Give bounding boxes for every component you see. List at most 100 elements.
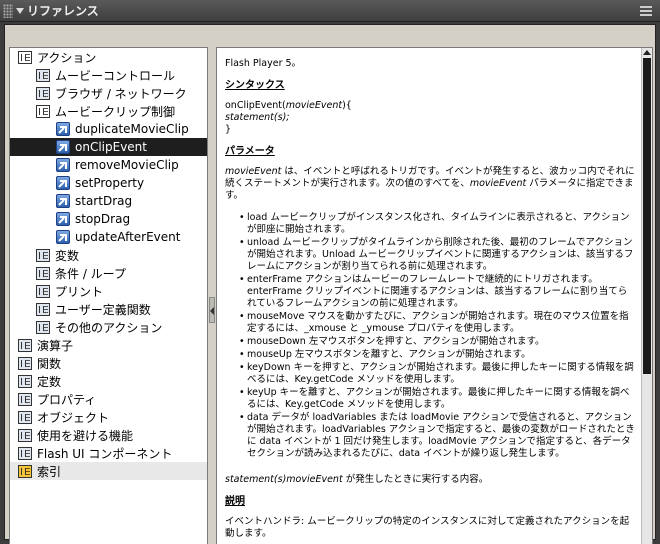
tree-item-label: Flash UI コンポーネント xyxy=(37,446,173,461)
reference-tree: アクションムービーコントロール ブラウザ / ネットワーク ムービークリップ制御 du… xyxy=(9,47,208,544)
book-closed-icon xyxy=(36,284,50,298)
version-text: Flash Player 5。 xyxy=(225,58,302,69)
pane-splitter[interactable] xyxy=(208,47,216,544)
tree-item[interactable]: 索引 xyxy=(10,462,207,480)
syntax-fn: onClipEvent( xyxy=(225,100,286,111)
tree-item[interactable]: onClipEvent xyxy=(10,138,207,156)
tree-item-label: ムービーコントロール xyxy=(55,68,176,83)
params-heading: パラメータ xyxy=(225,146,275,157)
syntax-code: onClipEvent(movieEvent){ statement(s); } xyxy=(225,100,635,136)
tree-item[interactable]: updateAfterEvent xyxy=(10,228,207,246)
tree-item-label: 定数 xyxy=(37,374,62,389)
book-open-icon xyxy=(18,50,32,64)
tree-item-label: setProperty xyxy=(75,176,145,190)
tree-item[interactable]: startDrag xyxy=(10,192,207,210)
tree-item[interactable]: 変数 xyxy=(10,246,207,264)
book-open-icon xyxy=(36,104,50,118)
tree-item[interactable]: ムービークリップ制御 xyxy=(10,102,207,120)
param-name: movieEvent xyxy=(225,166,282,177)
description-heading: 説明 xyxy=(225,496,245,507)
tree-item[interactable]: 使用を避ける機能 xyxy=(10,426,207,444)
book-closed-icon xyxy=(36,302,50,316)
action-icon xyxy=(56,212,70,226)
drag-grip-icon[interactable] xyxy=(3,3,13,18)
action-icon xyxy=(56,194,70,208)
options-menu-icon[interactable] xyxy=(640,6,652,16)
tree-item[interactable]: ユーザー定義関数 xyxy=(10,300,207,318)
book-closed-icon xyxy=(18,356,32,370)
tree-item[interactable]: 定数 xyxy=(10,372,207,390)
collapse-triangle-icon[interactable] xyxy=(16,7,24,14)
syntax-arg: movieEvent xyxy=(285,100,343,111)
tree-item-label: プロパティ xyxy=(37,392,97,407)
scroll-thumb[interactable] xyxy=(643,58,651,374)
tree-item[interactable]: removeMovieClip xyxy=(10,156,207,174)
event-item: data データが loadVariables または loadMovie アク… xyxy=(239,412,635,460)
event-item: mouseUp 左マウスボタンを離すと、アクションが開始されます。 xyxy=(239,349,635,361)
reference-content: Flash Player 5。 シンタックス onClipEvent(movie… xyxy=(216,47,653,544)
book-closed-icon xyxy=(36,68,50,82)
panel-title: リファレンス xyxy=(27,4,99,18)
action-icon xyxy=(56,140,70,154)
book-closed-icon xyxy=(18,374,32,388)
panel-body: アクションムービーコントロール ブラウザ / ネットワーク ムービークリップ制御 du… xyxy=(4,24,656,544)
tree-item[interactable]: ムービーコントロール xyxy=(10,66,207,84)
tree-item-label: プリント xyxy=(55,284,104,299)
tree-item[interactable]: 関数 xyxy=(10,354,207,372)
statement-name: statement(s) xyxy=(225,474,287,485)
tree-item-label: duplicateMovieClip xyxy=(75,122,189,136)
tree-item-label: その他のアクション xyxy=(55,320,163,335)
tree-item-label: 索引 xyxy=(37,464,62,479)
description-text: イベントハンドラ: ムービークリップの特定のインスタンスに対して定義されたアクシ… xyxy=(225,516,630,539)
action-icon xyxy=(56,158,70,172)
tree-item-label: onClipEvent xyxy=(75,140,147,154)
tree-item[interactable]: プリント xyxy=(10,282,207,300)
tree-item-label: ブラウザ / ネットワーク xyxy=(55,86,187,101)
collapse-pane-button[interactable] xyxy=(209,297,215,323)
tree-item[interactable]: setProperty xyxy=(10,174,207,192)
tree-list: アクションムービーコントロール ブラウザ / ネットワーク ムービークリップ制御 du… xyxy=(10,48,207,480)
tree-item[interactable]: ブラウザ / ネットワーク xyxy=(10,84,207,102)
event-item: mouseMove マウスを動かすたびに、アクションが開始されます。現在のマウス… xyxy=(239,311,635,335)
action-icon xyxy=(56,230,70,244)
action-icon xyxy=(56,176,70,190)
syntax-close: ){ xyxy=(342,100,352,111)
tree-item[interactable]: Flash UI コンポーネント xyxy=(10,444,207,462)
tree-item[interactable]: 演算子 xyxy=(10,336,207,354)
book-closed-icon xyxy=(36,266,50,280)
event-list: load ムービークリップがインスタンス化され、タイムラインに表示されると、アク… xyxy=(225,212,635,460)
book-yellow-icon xyxy=(18,464,32,478)
tree-item[interactable]: アクション xyxy=(10,48,207,66)
book-closed-icon xyxy=(36,320,50,334)
tree-item[interactable]: 条件 / ループ xyxy=(10,264,207,282)
doc-body: Flash Player 5。 シンタックス onClipEvent(movie… xyxy=(225,58,635,544)
event-item: load ムービークリップがインスタンス化され、タイムラインに表示されると、アク… xyxy=(239,212,635,236)
tree-item-label: 条件 / ループ xyxy=(55,266,126,281)
param-name-2: movieEvent xyxy=(469,178,527,189)
tree-item-label: stopDrag xyxy=(75,212,131,226)
tree-item-label: 変数 xyxy=(55,248,80,263)
event-item: keyUp キーを離すと、アクションが開始されます。最後に押したキーに関する情報… xyxy=(239,387,635,411)
scroll-up-icon[interactable] xyxy=(643,50,651,55)
syntax-heading: シンタックス xyxy=(225,80,285,91)
book-closed-icon xyxy=(18,410,32,424)
book-closed-icon xyxy=(18,392,32,406)
tree-item[interactable]: stopDrag xyxy=(10,210,207,228)
tree-item-label: startDrag xyxy=(75,194,133,208)
event-item: enterFrame アクションはムービーのフレームレートで継続的にトリガされま… xyxy=(239,274,635,310)
statement-event: movieEvent xyxy=(286,474,343,485)
event-item: unload ムービークリップがタイムラインから削除された後、最初のフレームでア… xyxy=(239,237,635,273)
tree-item[interactable]: プロパティ xyxy=(10,390,207,408)
book-closed-icon xyxy=(18,338,32,352)
tree-item-label: オブジェクト xyxy=(37,410,110,425)
tree-item[interactable]: duplicateMovieClip xyxy=(10,120,207,138)
event-item: keyDown キーを押すと、アクションが開始されます。最後に押したキーに関する… xyxy=(239,362,635,386)
tree-item[interactable]: オブジェクト xyxy=(10,408,207,426)
content-scrollbar[interactable] xyxy=(641,48,652,544)
tree-item[interactable]: その他のアクション xyxy=(10,318,207,336)
book-closed-icon xyxy=(36,86,50,100)
event-item: mouseDown 左マウスボタンを押すと、アクションが開始されます。 xyxy=(239,336,635,348)
params-intro: movieEvent は、イベントと呼ばれるトリガです。イベントが発生すると、波… xyxy=(225,166,635,202)
book-closed-icon xyxy=(18,428,32,442)
book-closed-icon xyxy=(18,446,32,460)
